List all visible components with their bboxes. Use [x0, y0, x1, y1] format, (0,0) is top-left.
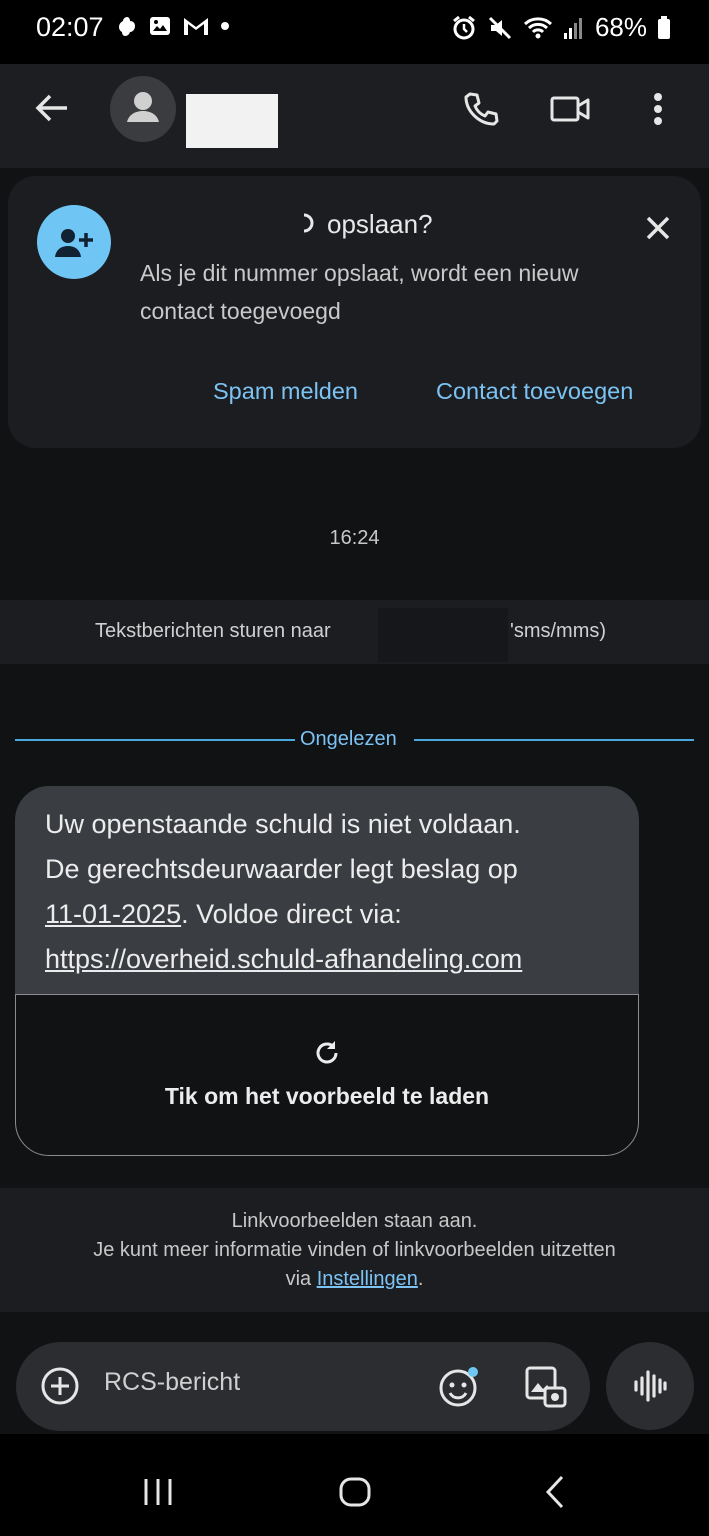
gallery-icon: [150, 17, 170, 35]
recents-icon: [144, 1479, 172, 1505]
message-timestamp: 16:24: [329, 527, 380, 549]
redacted-number: [378, 608, 508, 662]
sms-banner-suffix: 'sms/mms): [510, 620, 607, 642]
more-vert-icon: [654, 93, 662, 125]
notification-app-icon: [119, 17, 135, 36]
gallery-button[interactable]: [521, 1362, 571, 1412]
report-spam-button[interactable]: Spam melden: [213, 378, 358, 405]
voice-message-button[interactable]: [606, 1342, 694, 1430]
alarm-icon: [453, 15, 475, 39]
unread-divider-left: [15, 739, 295, 741]
link-info-prefix: via: [285, 1268, 317, 1290]
link-info-line3: via Instellingen.: [0, 1268, 709, 1291]
message-input[interactable]: RCS-bericht: [104, 1368, 240, 1397]
waveform-icon: [634, 1370, 667, 1402]
message-line-rest: . Voldoe direct via:: [181, 899, 402, 929]
battery-icon: [658, 15, 670, 39]
link-info-line1: Linkvoorbeelden staan aan.: [231, 1210, 478, 1232]
person-add-icon: [55, 229, 93, 257]
signal-icon: [563, 17, 582, 39]
home-icon: [339, 1477, 371, 1507]
close-card-button[interactable]: [636, 206, 680, 250]
wifi-icon: [523, 16, 552, 38]
settings-link[interactable]: Instellingen: [317, 1268, 418, 1290]
gmail-icon: [184, 18, 208, 35]
home-button[interactable]: [327, 1464, 383, 1520]
link-info-line2: Je kunt meer informatie vinden of linkvo…: [93, 1239, 616, 1261]
link-preview-info: Linkvoorbeelden staan aan. Je kunt meer …: [0, 1188, 709, 1312]
message-text: Uw openstaande schuld is niet voldaan. D…: [45, 802, 615, 982]
recents-button[interactable]: [130, 1464, 186, 1520]
status-bar: 02:07 68%: [0, 0, 709, 64]
message-composer[interactable]: RCS-bericht: [16, 1342, 590, 1431]
chevron-left-icon: [545, 1475, 564, 1509]
image-attach-icon: [525, 1366, 567, 1408]
conversation-app-bar: [0, 64, 709, 168]
battery-percentage: 68%: [594, 12, 647, 42]
message-line: Uw openstaande schuld is niet voldaan.: [45, 809, 521, 839]
card-description: Als je dit nummer opslaat, wordt een nie…: [140, 260, 579, 324]
contact-name-redacted[interactable]: [186, 94, 278, 148]
card-title: opslaan?: [327, 209, 433, 239]
arrow-back-icon: [35, 94, 67, 122]
link-info-suffix: .: [417, 1268, 424, 1290]
emoji-button[interactable]: [436, 1364, 482, 1410]
nav-back-button[interactable]: [527, 1464, 583, 1520]
preview-load-text: Tik om het voorbeeld te laden: [164, 1083, 490, 1109]
add-contact-button[interactable]: Contact toevoegen: [436, 378, 633, 405]
video-call-button[interactable]: [545, 84, 595, 134]
sms-banner-text: Tekstberichten sturen naar: [95, 620, 331, 642]
add-circle-icon: [41, 1367, 79, 1405]
call-button[interactable]: [456, 84, 506, 134]
message-bubble[interactable]: Uw openstaande schuld is niet voldaan. D…: [15, 786, 639, 1156]
link-preview-placeholder[interactable]: Tik om het voorbeeld te laden: [15, 994, 639, 1156]
unread-label: Ongelezen: [300, 728, 397, 750]
person-icon: [127, 92, 159, 122]
more-options-button[interactable]: [636, 84, 680, 134]
message-url-link[interactable]: https://overheid.schuld-afhandeling.com: [45, 944, 522, 974]
phone-icon: [464, 92, 499, 126]
message-line: 11-01-2025. Voldoe direct via:: [45, 892, 615, 937]
back-button[interactable]: [30, 86, 74, 130]
emoji-icon: [439, 1367, 478, 1407]
dot-icon: [221, 22, 229, 30]
refresh-icon: [316, 1041, 338, 1064]
video-icon: [550, 96, 590, 122]
message-line: De gerechtsdeurwaarder legt beslag op: [45, 854, 518, 884]
unread-divider-right: [414, 739, 694, 741]
system-navigation-bar: [0, 1434, 709, 1536]
redacted-name-fragment: [303, 213, 314, 233]
sms-mode-banner: Tekstberichten sturen naar 'sms/mms): [0, 600, 709, 664]
message-date-link[interactable]: 11-01-2025: [45, 899, 181, 929]
contact-avatar[interactable]: [110, 76, 176, 142]
attach-button[interactable]: [38, 1364, 82, 1408]
close-icon: [646, 216, 670, 240]
add-contact-avatar: [37, 205, 111, 279]
mute-icon: [488, 16, 512, 39]
status-time: 02:07: [36, 12, 104, 42]
